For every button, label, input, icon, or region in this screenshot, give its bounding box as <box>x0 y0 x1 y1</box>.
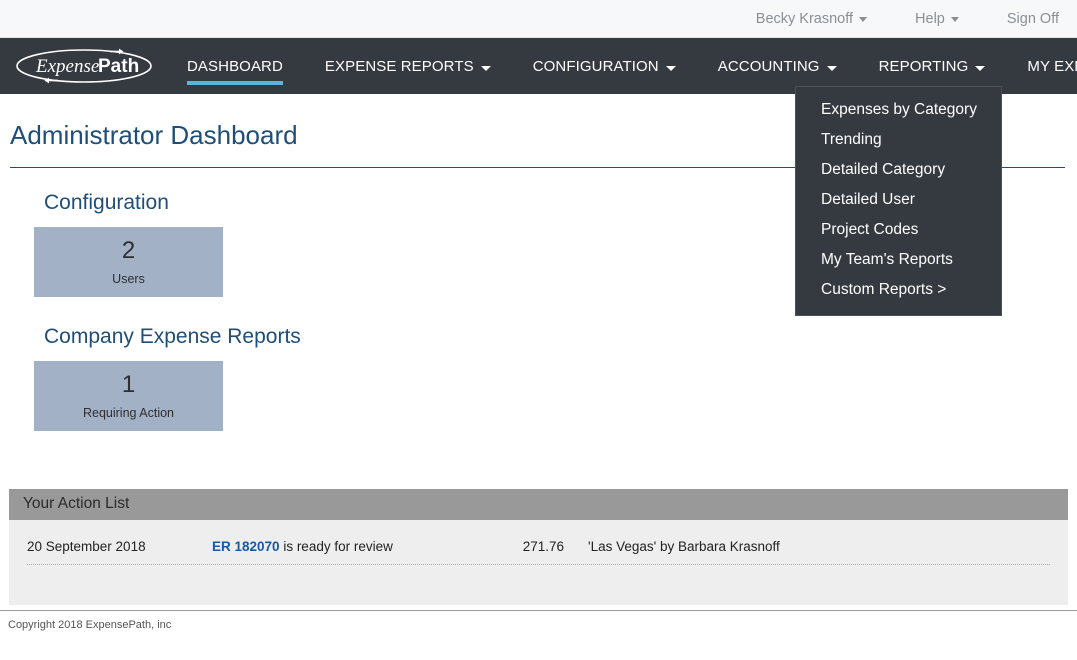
dropdown-item-my-teams-reports[interactable]: My Team's Reports <box>796 245 1001 275</box>
nav-item-label: EXPENSE REPORTS <box>325 58 474 75</box>
action-list-header: Your Action List <box>9 489 1068 520</box>
table-row[interactable]: 20 September 2018 ER 182070 is ready for… <box>27 520 1050 554</box>
dropdown-item-project-codes[interactable]: Project Codes <box>796 215 1001 245</box>
footer-divider <box>0 610 1077 611</box>
chevron-down-icon <box>975 66 985 71</box>
chevron-down-icon <box>827 66 837 71</box>
stat-card-number: 1 <box>122 373 135 397</box>
dropdown-item-expenses-by-category[interactable]: Expenses by Category <box>796 95 1001 125</box>
active-tab-indicator <box>187 81 283 85</box>
nav-item-label: CONFIGURATION <box>533 58 659 75</box>
nav-item-label: ACCOUNTING <box>718 58 820 75</box>
nav-item-label: REPORTING <box>879 58 969 75</box>
row-divider <box>27 564 1050 565</box>
reporting-dropdown-menu: Expenses by Category Trending Detailed C… <box>795 86 1002 316</box>
expense-report-link[interactable]: ER 182070 <box>212 539 280 554</box>
action-row-date: 20 September 2018 <box>27 539 212 554</box>
chevron-down-icon <box>951 17 959 22</box>
dropdown-item-trending[interactable]: Trending <box>796 125 1001 155</box>
stat-card-label: Requiring Action <box>83 406 174 420</box>
sign-off-link[interactable]: Sign Off <box>1007 11 1059 27</box>
action-list-panel: Your Action List 20 September 2018 ER 18… <box>9 489 1068 605</box>
section-company-expense-reports: Company Expense Reports 1 Requiring Acti… <box>44 325 1077 431</box>
stat-card-requiring-action[interactable]: 1 Requiring Action <box>34 361 223 431</box>
stat-card-users[interactable]: 2 Users <box>34 227 223 297</box>
section-title: Company Expense Reports <box>44 325 1077 349</box>
dropdown-item-detailed-category[interactable]: Detailed Category <box>796 155 1001 185</box>
nav-item-expense-reports[interactable]: EXPENSE REPORTS <box>325 38 491 94</box>
nav-item-configuration[interactable]: CONFIGURATION <box>533 38 676 94</box>
chevron-down-icon <box>666 66 676 71</box>
dropdown-item-custom-reports[interactable]: Custom Reports > <box>796 275 1001 305</box>
svg-text:Path: Path <box>98 56 139 77</box>
sign-off-label: Sign Off <box>1007 11 1059 27</box>
action-list-body: 20 September 2018 ER 182070 is ready for… <box>9 520 1068 605</box>
user-menu[interactable]: Becky Krasnoff <box>756 11 867 27</box>
chevron-down-icon <box>481 66 491 71</box>
footer-copyright: Copyright 2018 ExpensePath, inc <box>8 619 171 631</box>
nav-item-dashboard[interactable]: DASHBOARD <box>187 38 283 94</box>
action-row-description-suffix: is ready for review <box>280 539 393 554</box>
svg-text:Expense: Expense <box>35 56 99 77</box>
action-row-amount: 271.76 <box>509 539 564 554</box>
action-row-title-and-owner: 'Las Vegas' by Barbara Krasnoff <box>588 539 780 554</box>
expensepath-logo[interactable]: Expense Path <box>14 46 154 86</box>
stat-card-number: 2 <box>122 239 135 263</box>
nav-item-my-expenses[interactable]: MY EXPENSES <box>1027 38 1077 94</box>
user-menu-label: Becky Krasnoff <box>756 11 853 27</box>
nav-item-label: MY EXPENSES <box>1027 58 1077 75</box>
utility-bar: Becky Krasnoff Help Sign Off <box>0 0 1077 38</box>
action-row-description: ER 182070 is ready for review <box>212 539 509 554</box>
nav-item-label: DASHBOARD <box>187 58 283 75</box>
help-menu-label: Help <box>915 11 945 27</box>
dropdown-item-detailed-user[interactable]: Detailed User <box>796 185 1001 215</box>
help-menu[interactable]: Help <box>915 11 959 27</box>
logo-icon: Expense Path <box>14 46 154 86</box>
dashboard-page: Becky Krasnoff Help Sign Off Expense Pat… <box>0 0 1077 660</box>
stat-card-label: Users <box>112 272 145 286</box>
chevron-down-icon <box>859 17 867 22</box>
